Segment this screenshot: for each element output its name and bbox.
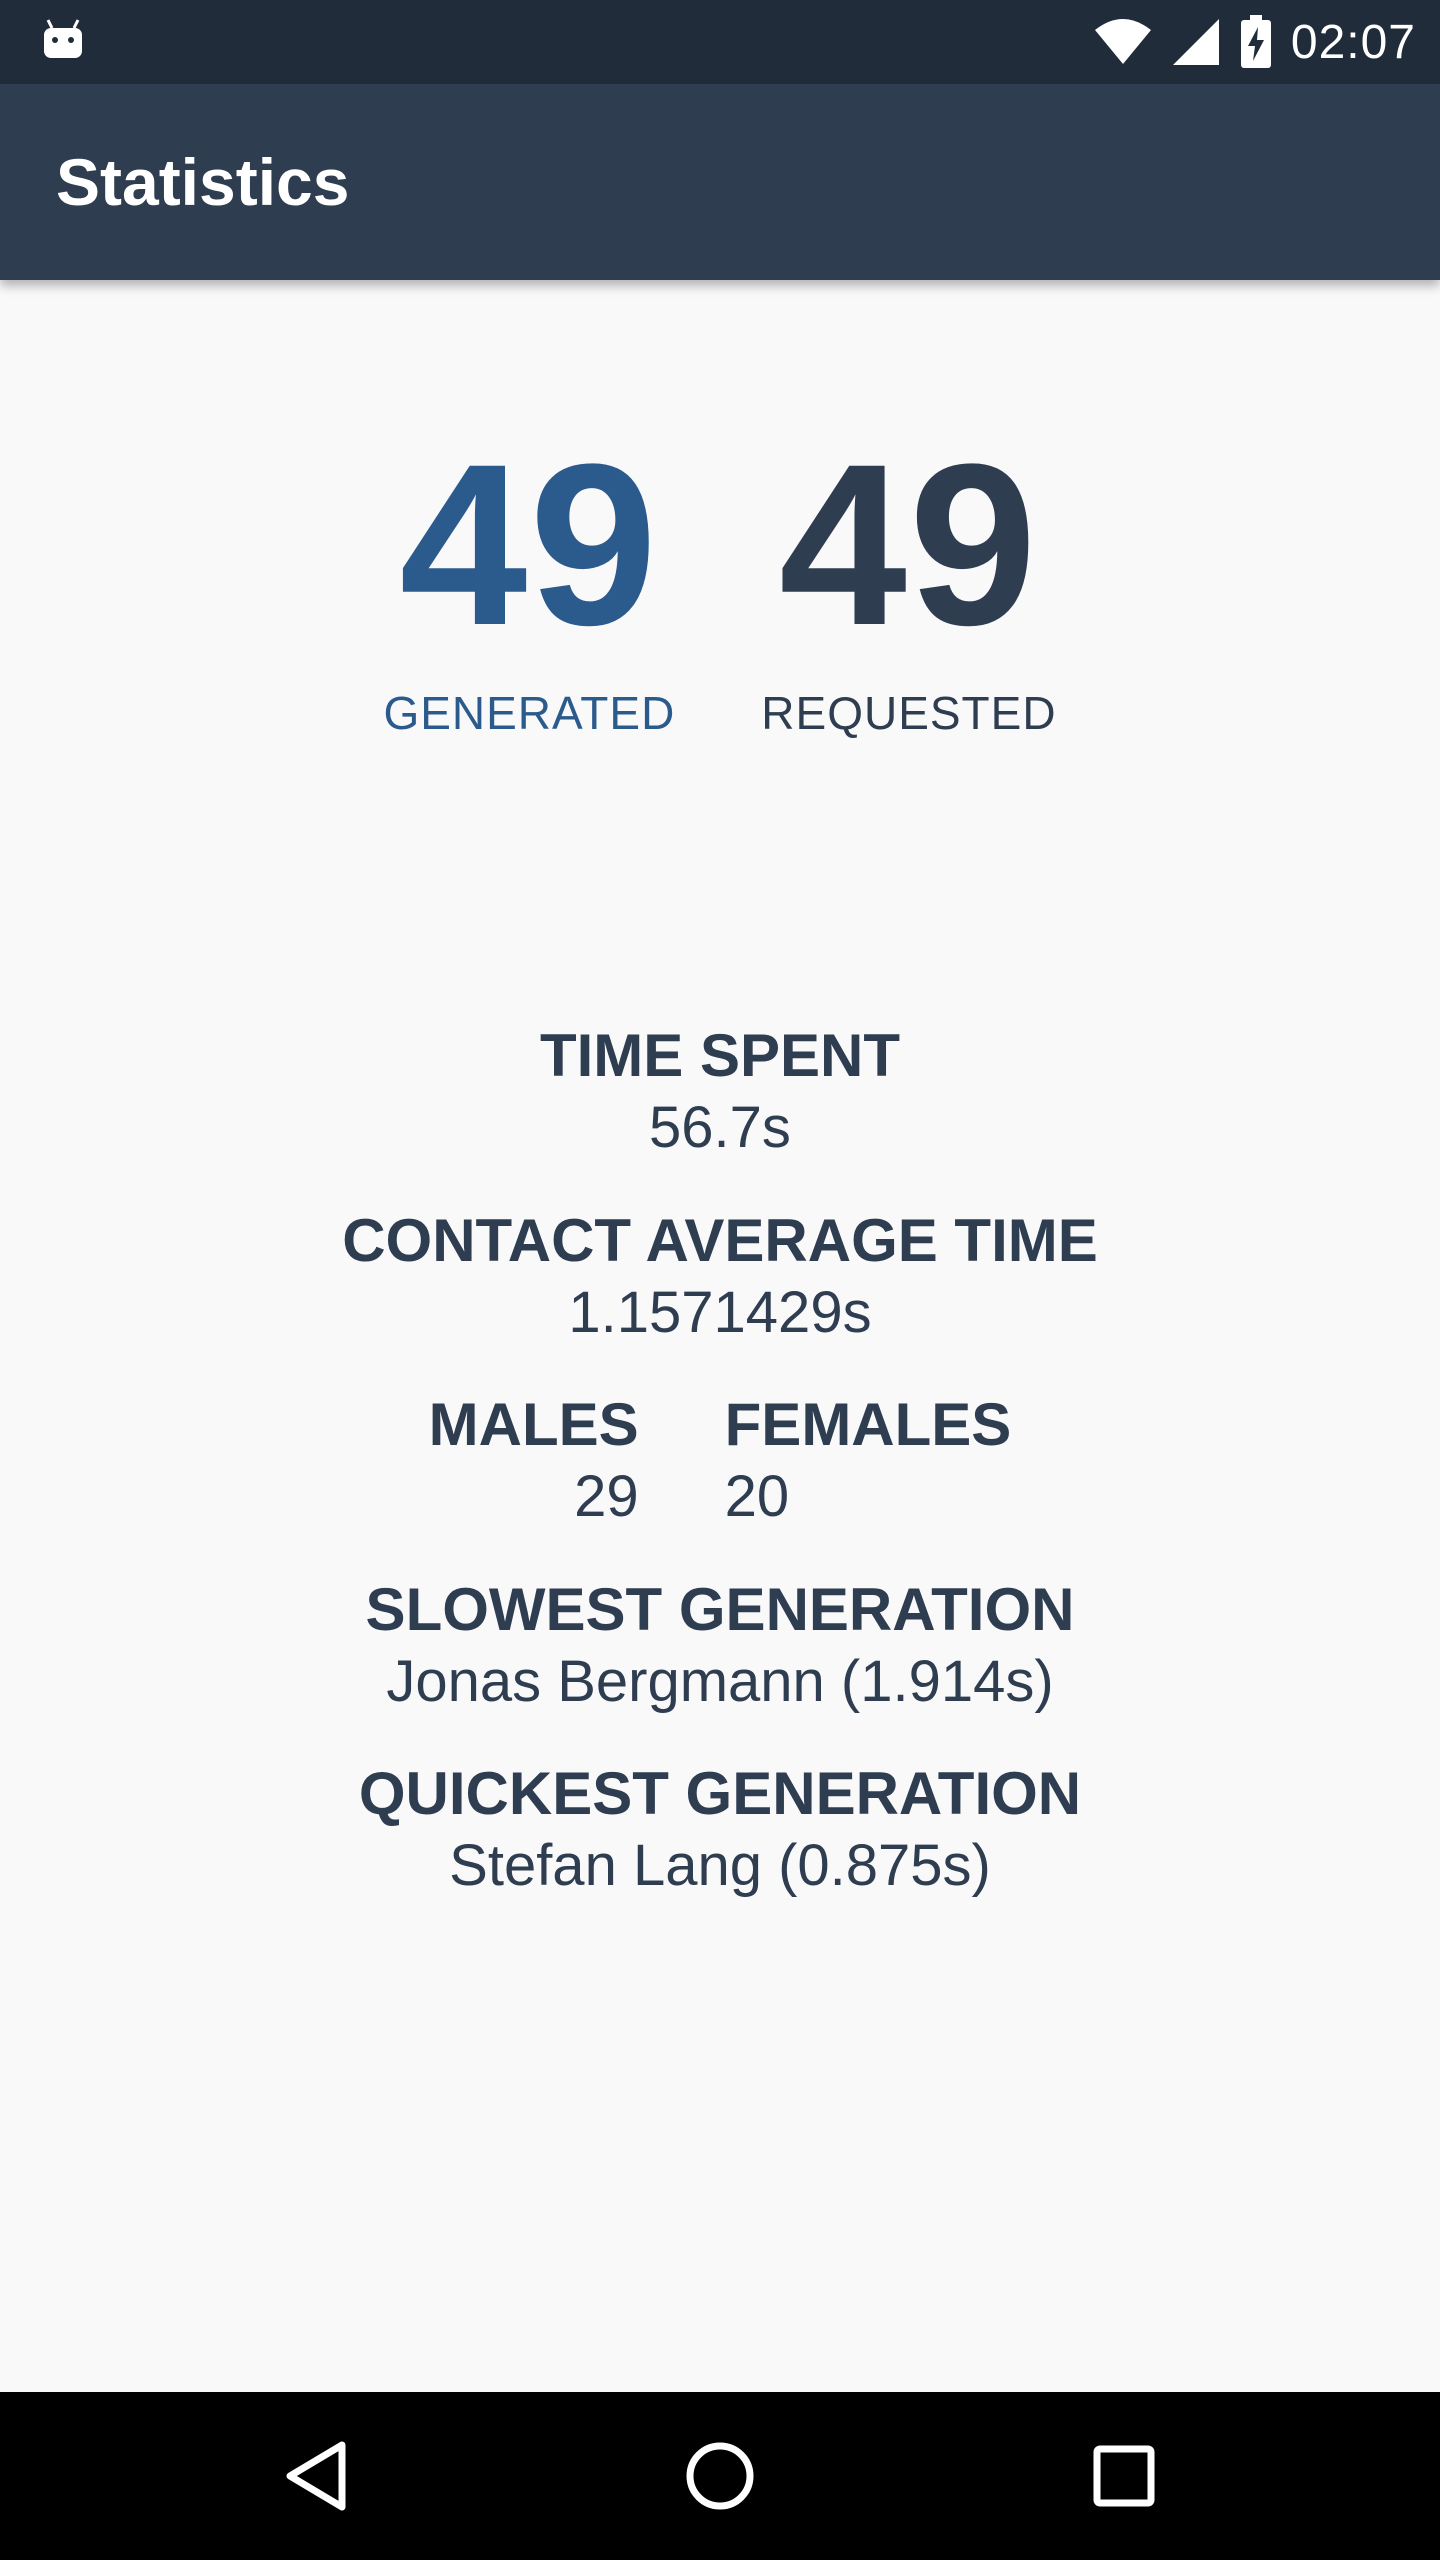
contact-average-time-value: 1.1571429s (568, 1279, 872, 1345)
page-title: Statistics (56, 145, 350, 219)
females-stat: FEMALES 20 (725, 1389, 1012, 1534)
females-label: FEMALES (724, 1391, 1012, 1458)
home-button[interactable] (678, 2434, 762, 2518)
counts-row: 49 GENERATED 49 REQUESTED (0, 430, 1440, 740)
status-clock: 02:07 (1290, 15, 1416, 69)
cell-signal-icon (1172, 19, 1219, 65)
males-stat: MALES 29 (429, 1389, 639, 1534)
males-label: MALES (428, 1391, 639, 1458)
requested-count-label: REQUESTED (761, 687, 1057, 739)
battery-charging-icon (1240, 15, 1271, 68)
time-spent-stat: TIME SPENT 56.7s (0, 1020, 1440, 1165)
home-icon (686, 2442, 754, 2510)
quickest-generation-label: QUICKEST GENERATION (358, 1760, 1082, 1827)
slowest-generation-label: SLOWEST GENERATION (365, 1575, 1075, 1643)
quickest-generation-value: Stefan Lang (0.875s) (449, 1833, 991, 1898)
statistics-content: 49 GENERATED 49 REQUESTED TIME SPENT 56.… (0, 280, 1440, 2392)
females-value: 20 (724, 1464, 790, 1529)
requested-count-value: 49 (779, 416, 1039, 673)
slowest-generation-stat: SLOWEST GENERATION Jonas Bergmann (1.914… (0, 1574, 1440, 1719)
status-bar: 02:07 (0, 0, 1440, 84)
generated-count-label: GENERATED (383, 687, 676, 739)
stats-list: TIME SPENT 56.7s CONTACT AVERAGE TIME 1.… (0, 1020, 1440, 1943)
generated-count-value: 49 (399, 416, 660, 673)
requested-count: 49 REQUESTED (761, 430, 1056, 740)
navigation-bar (0, 2392, 1440, 2560)
time-spent-value: 56.7s (649, 1095, 791, 1160)
recents-button[interactable] (1082, 2434, 1166, 2518)
wifi-icon (1094, 19, 1151, 64)
app-bar: Statistics (0, 84, 1440, 280)
slowest-generation-value: Jonas Bergmann (1.914s) (386, 1648, 1054, 1714)
quickest-generation-stat: QUICKEST GENERATION Stefan Lang (0.875s) (0, 1758, 1440, 1903)
generated-count: 49 GENERATED (383, 430, 675, 740)
recents-icon (1093, 2445, 1155, 2507)
back-icon (286, 2441, 346, 2511)
android-notification-icon (44, 19, 82, 58)
back-button[interactable] (274, 2434, 358, 2518)
time-spent-label: TIME SPENT (539, 1022, 901, 1089)
contact-average-time-stat: CONTACT AVERAGE TIME 1.1571429s (0, 1205, 1440, 1350)
males-value: 29 (574, 1464, 639, 1529)
contact-average-time-label: CONTACT AVERAGE TIME (342, 1206, 1098, 1274)
gender-stats: MALES 29 FEMALES 20 (0, 1389, 1440, 1534)
